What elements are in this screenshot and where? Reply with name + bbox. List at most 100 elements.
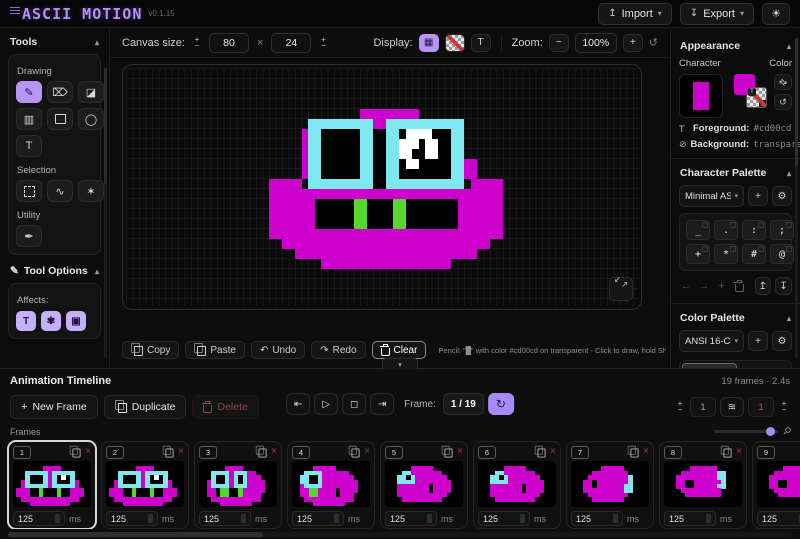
frame-thumbnail[interactable] (199, 461, 277, 507)
drawing-canvas[interactable]: ↗ ↙ (122, 64, 642, 310)
stop-button[interactable]: ◻ (342, 393, 366, 415)
palette-upload-button[interactable]: ↥ (755, 277, 772, 295)
frame-thumbnail[interactable] (385, 461, 463, 507)
timeline-collapse-button[interactable]: ▾ (382, 358, 418, 370)
affects-character-toggle[interactable]: T (16, 311, 36, 331)
character-palette-header[interactable]: Character Palette ▴ (679, 159, 792, 185)
delete-frame-icon[interactable]: × (271, 447, 277, 457)
palette-add-char-button[interactable]: + (715, 278, 729, 294)
first-frame-button[interactable]: ⇤ (286, 393, 310, 415)
frame-thumbnail[interactable] (664, 461, 742, 507)
rectangle-tool-button[interactable] (47, 108, 73, 130)
grid-display-toggle[interactable]: ▦ (419, 34, 439, 52)
character-preview[interactable] (679, 74, 723, 118)
duration-stepper-icon[interactable] (334, 514, 339, 523)
palette-char-button[interactable]: + (686, 244, 710, 264)
zoom-in-button[interactable]: + (623, 34, 643, 52)
duplicate-frame-icon[interactable] (445, 449, 453, 458)
duplicate-frame-icon[interactable] (73, 449, 81, 458)
delete-frame-icon[interactable]: × (178, 447, 184, 457)
color-palette-settings-button[interactable]: ⚙ (772, 331, 792, 351)
prev-onion-stepper[interactable]: +− (674, 401, 686, 413)
frame-card[interactable]: 4 × 125 ms (287, 441, 375, 529)
export-button[interactable]: ↧ Export ▾ (680, 3, 754, 25)
height-stepper[interactable]: +− (317, 37, 329, 49)
frame-card[interactable]: 1 × 125 ms (8, 441, 96, 529)
text-tool-button[interactable]: T (16, 135, 42, 157)
frame-duration-input[interactable]: 125 (757, 511, 800, 526)
last-frame-button[interactable]: ⇥ (370, 393, 394, 415)
tools-section-header[interactable]: Tools ▴ (0, 28, 109, 54)
frame-duration-input[interactable]: 125 (385, 511, 437, 526)
duplicate-frame-icon[interactable] (166, 449, 174, 458)
undo-button[interactable]: ↶Undo (251, 341, 305, 359)
character-palette-select[interactable]: Minimal ASC ▾ (679, 185, 744, 207)
frame-card[interactable]: 7 × 125 ms (566, 441, 654, 529)
duration-stepper-icon[interactable] (427, 514, 432, 523)
frame-duration-input[interactable]: 125 (106, 511, 158, 526)
zoom-value[interactable]: 100% (575, 33, 617, 53)
loop-toggle-button[interactable]: ↻ (488, 393, 514, 415)
frames-scrollbar-thumb[interactable] (8, 532, 263, 537)
duration-stepper-icon[interactable] (241, 514, 246, 523)
next-onion-count[interactable]: 1 (748, 397, 774, 417)
palette-next-button[interactable]: → (697, 278, 711, 294)
frame-duration-input[interactable]: 125 (292, 511, 344, 526)
fill-tool-button[interactable]: ◪ (78, 81, 104, 103)
duplicate-frame-icon[interactable] (538, 449, 546, 458)
affects-color-toggle[interactable]: ✾ (41, 311, 61, 331)
duration-stepper-icon[interactable] (520, 514, 525, 523)
color-palette-select[interactable]: ANSI 16-Col ▾ (679, 330, 744, 352)
foreground-color-swatch[interactable]: T (734, 74, 755, 95)
new-frame-button[interactable]: +New Frame (10, 395, 98, 419)
add-color-palette-button[interactable]: + (748, 331, 768, 351)
frame-duration-input[interactable]: 125 (571, 511, 623, 526)
import-button[interactable]: ↥ Import ▾ (598, 3, 672, 25)
zoom-reset-button[interactable]: ↺ (649, 36, 658, 49)
swap-colors-button[interactable]: ⇄ (774, 74, 792, 90)
canvas-height-input[interactable]: 24 (271, 33, 311, 53)
palette-char-button[interactable]: . (714, 220, 738, 240)
onion-skin-toggle[interactable]: ≋ (720, 397, 744, 417)
eraser-tool-button[interactable]: ⌦ (47, 81, 73, 103)
delete-frame-icon[interactable]: × (85, 447, 91, 457)
magic-wand-tool-button[interactable]: ✶ (78, 180, 104, 202)
canvas-artwork[interactable] (269, 109, 503, 269)
transparency-display-toggle[interactable] (445, 34, 465, 52)
slider-thumb[interactable] (766, 427, 775, 436)
palette-char-button[interactable]: : (742, 220, 766, 240)
character-display-toggle[interactable]: T (471, 34, 491, 52)
rect-select-tool-button[interactable] (16, 180, 42, 202)
width-stepper[interactable]: +− (191, 37, 203, 49)
thumbnail-size-slider[interactable] (714, 430, 778, 433)
duplicate-frame-icon[interactable] (631, 449, 639, 458)
duration-stepper-icon[interactable] (148, 514, 153, 523)
delete-frame-icon[interactable]: × (736, 447, 742, 457)
duplicate-frame-icon[interactable] (259, 449, 267, 458)
gradient-tool-button[interactable]: ▥ (16, 108, 42, 130)
clear-button[interactable]: Clear (372, 341, 427, 359)
ellipse-tool-button[interactable]: ◯ (78, 108, 104, 130)
palette-char-button[interactable]: ; (770, 220, 794, 240)
affects-background-toggle[interactable]: ▣ (66, 311, 86, 331)
zoom-out-button[interactable]: − (549, 34, 569, 52)
delete-frame-icon[interactable]: × (550, 447, 556, 457)
frame-card[interactable]: 3 × 125 ms (194, 441, 282, 529)
palette-char-button[interactable]: # (742, 244, 766, 264)
canvas-width-input[interactable]: 80 (209, 33, 249, 53)
appearance-section-header[interactable]: Appearance ▴ (679, 32, 792, 58)
right-panel-scrollbar[interactable] (795, 38, 798, 358)
frame-thumbnail[interactable] (757, 461, 800, 507)
background-value[interactable]: transparent (753, 140, 800, 150)
frame-card[interactable]: 5 × 125 ms (380, 441, 468, 529)
canvas-resize-handle[interactable]: ↗ ↙ (609, 277, 633, 301)
palette-settings-button[interactable]: ⚙ (772, 186, 792, 206)
theme-toggle-button[interactable]: ☀ (762, 3, 790, 25)
duplicate-frame-icon[interactable] (724, 449, 732, 458)
duration-stepper-icon[interactable] (613, 514, 618, 523)
frame-duration-input[interactable]: 125 (13, 511, 65, 526)
frame-thumbnail[interactable] (106, 461, 184, 507)
foreground-value[interactable]: #cd00cd (753, 124, 791, 134)
frame-card[interactable]: 9 × 125 ms (752, 441, 800, 529)
duration-stepper-icon[interactable] (706, 514, 711, 523)
